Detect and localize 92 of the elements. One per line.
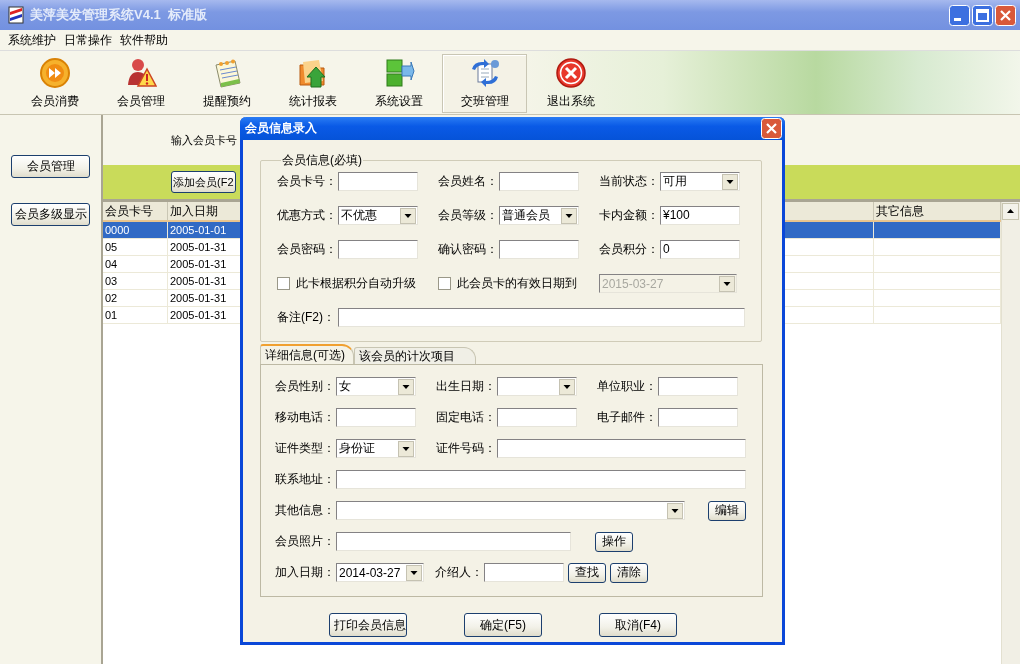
field-label: 会员卡号：: [277, 173, 338, 190]
input-field[interactable]: [484, 563, 564, 582]
field-label: 会员性别：: [275, 378, 336, 395]
close-button[interactable]: [995, 4, 1016, 26]
field-label: 固定电话：: [436, 409, 497, 426]
input-field[interactable]: [499, 172, 579, 191]
dropdown[interactable]: [336, 501, 685, 520]
window-title: 美萍美发管理系统V4.1 标准版: [30, 6, 207, 24]
field-label: 备注(F2)：: [277, 309, 336, 326]
field-label: 会员密码：: [277, 241, 338, 258]
dialog-button[interactable]: 取消(F4): [599, 613, 677, 637]
dialog-button[interactable]: 打印会员信息: [329, 613, 407, 637]
add-member-button[interactable]: 添加会员(F2: [171, 171, 236, 193]
field-label: 移动电话：: [275, 409, 336, 426]
field-label: 介绍人：: [435, 564, 484, 581]
field-label: 证件号码：: [436, 440, 497, 457]
group-title: 会员信息(必填): [281, 152, 363, 169]
field-label: 会员等级：: [438, 207, 499, 224]
scrollbar[interactable]: [1001, 202, 1020, 664]
input-field[interactable]: [658, 408, 738, 427]
menu-item[interactable]: 系统维护: [4, 31, 60, 49]
tab[interactable]: 该会员的计次项目: [354, 347, 476, 364]
table-cell: 0000: [103, 222, 168, 239]
button[interactable]: 查找: [568, 562, 606, 583]
table-cell: 03: [103, 273, 168, 290]
input-field[interactable]: [338, 240, 418, 259]
dropdown[interactable]: [497, 377, 577, 396]
dialog-button[interactable]: 确定(F5): [464, 613, 542, 637]
field-label: 单位职业：: [597, 378, 658, 395]
field-label: 当前状态：: [599, 173, 660, 190]
field-label: 优惠方式：: [277, 207, 338, 224]
sidebar-button[interactable]: 会员多级显示: [11, 203, 90, 226]
table-cell: 02: [103, 290, 168, 307]
field-label: 会员姓名：: [438, 173, 499, 190]
dropdown[interactable]: 普通会员: [499, 206, 579, 225]
input-field[interactable]: [497, 439, 746, 458]
folder-arrow-icon: [296, 57, 329, 89]
field-label: 会员照片：: [275, 533, 336, 550]
toolbar-button[interactable]: 退出系统: [528, 54, 613, 113]
table-cell: 01: [103, 307, 168, 324]
button[interactable]: 编辑: [708, 500, 746, 521]
dropdown[interactable]: 不优惠: [338, 206, 418, 225]
toolbar-button[interactable]: 统计报表: [270, 54, 355, 113]
maximize-button[interactable]: [972, 4, 993, 26]
input-field[interactable]: [497, 408, 577, 427]
field-label: 会员积分：: [599, 241, 660, 258]
dropdown[interactable]: 女: [336, 377, 416, 396]
table-cell: 05: [103, 239, 168, 256]
column-header[interactable]: 会员卡号: [103, 202, 168, 220]
input-field[interactable]: 0: [660, 240, 740, 259]
field-label: 卡内金额：: [599, 207, 660, 224]
input-field[interactable]: [338, 172, 418, 191]
input-field[interactable]: [336, 470, 746, 489]
menu-item[interactable]: 日常操作: [60, 31, 116, 49]
dropdown[interactable]: 身份证: [336, 439, 416, 458]
close-button[interactable]: [761, 118, 782, 139]
field-label: 证件类型：: [275, 440, 336, 457]
field-label: 出生日期：: [436, 378, 497, 395]
field-label: 联系地址：: [275, 471, 336, 488]
toolbar-button[interactable]: 提醒预约: [184, 54, 269, 113]
search-label: 输入会员卡号: [171, 132, 237, 148]
toolbar-button[interactable]: 会员管理: [98, 54, 183, 113]
checkbox[interactable]: [277, 277, 290, 290]
input-field[interactable]: [336, 408, 416, 427]
checkbox[interactable]: [438, 277, 451, 290]
dialog-title: 会员信息录入: [245, 120, 317, 137]
field-label: 电子邮件：: [597, 409, 658, 426]
toolbar-button[interactable]: 交班管理: [442, 54, 527, 113]
input-field[interactable]: [336, 532, 571, 551]
minimize-button[interactable]: [949, 4, 970, 26]
play-icon: [38, 57, 71, 89]
sidebar-button[interactable]: 会员管理: [11, 155, 90, 178]
menu-item[interactable]: 软件帮助: [116, 31, 172, 49]
table-cell: 04: [103, 256, 168, 273]
toolbar-button[interactable]: 会员消费: [12, 54, 97, 113]
input-field[interactable]: ¥100: [660, 206, 740, 225]
tab[interactable]: 详细信息(可选): [260, 344, 354, 364]
button[interactable]: 操作: [595, 531, 633, 552]
input-field[interactable]: [658, 377, 738, 396]
app-icon: [8, 6, 24, 24]
input-field[interactable]: [499, 240, 579, 259]
close-circle-icon: [554, 57, 587, 89]
dropdown[interactable]: 2014-03-27: [336, 563, 424, 582]
dropdown[interactable]: 可用: [660, 172, 740, 191]
input-field[interactable]: [338, 308, 745, 327]
button[interactable]: 清除: [610, 562, 648, 583]
checkbox-label: 此会员卡的有效日期到: [457, 275, 577, 292]
toolbar-button[interactable]: 系统设置: [356, 54, 441, 113]
field-label: 其他信息：: [275, 502, 336, 519]
field-label: 加入日期：: [275, 564, 336, 581]
field-label: 确认密码：: [438, 241, 499, 258]
checkbox-label: 此卡根据积分自动升级: [296, 275, 416, 292]
